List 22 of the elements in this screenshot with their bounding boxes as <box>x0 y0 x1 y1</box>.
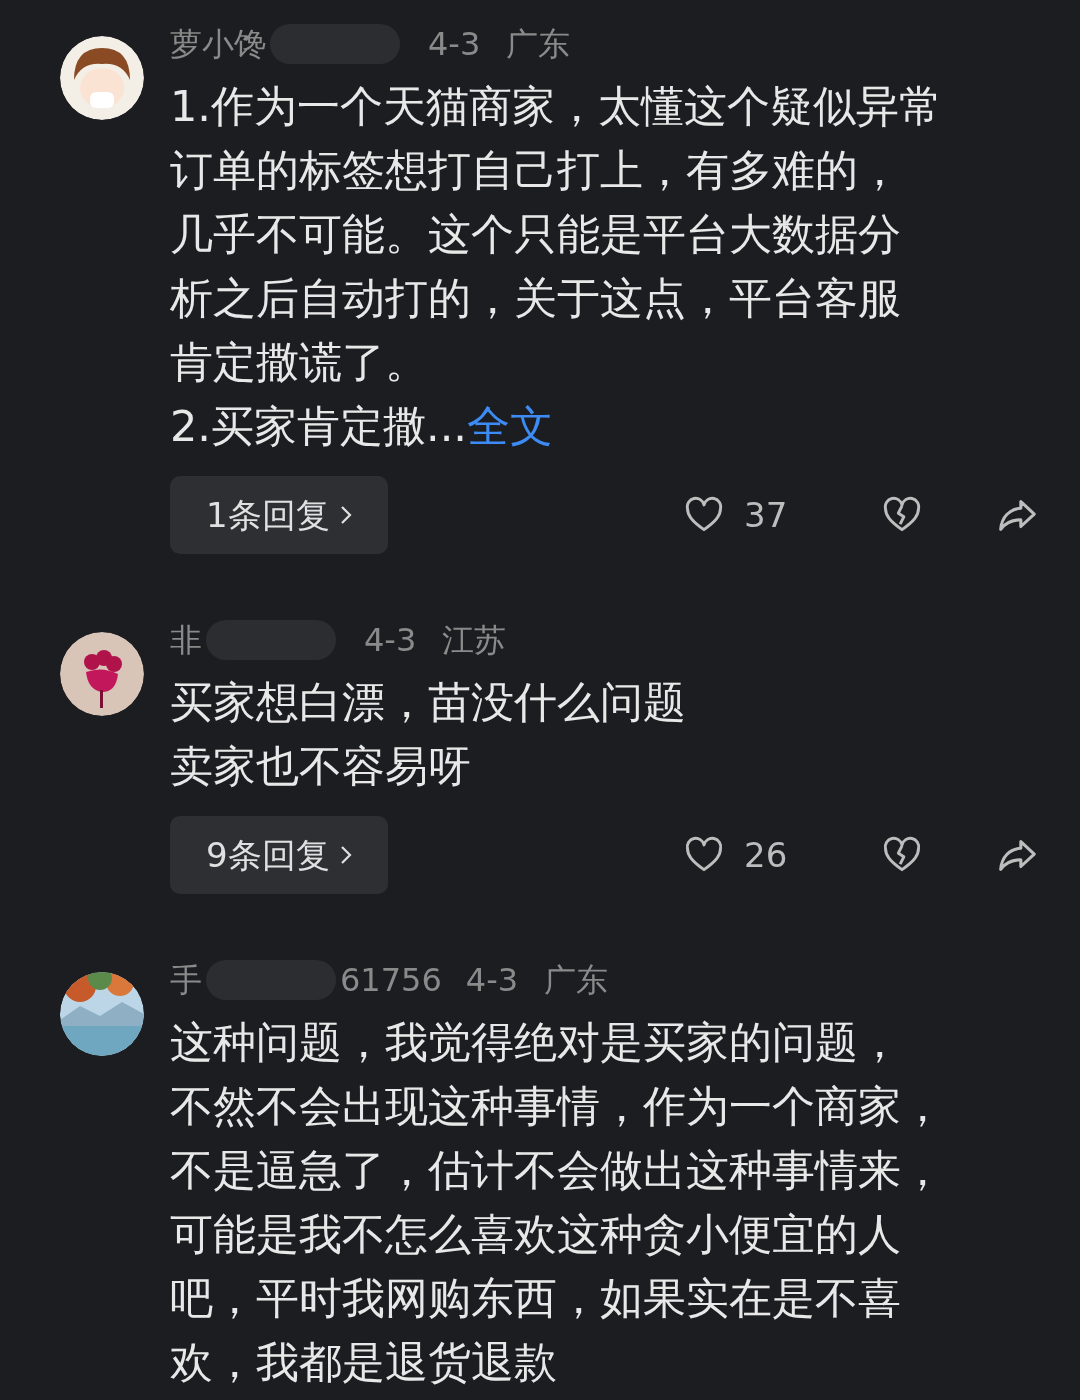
comment-text: 这种问题，我觉得绝对是买家的问题， 不然不会出现这种事情，作为一个商家， 不是逼急了，估计不会做出这种事情来， 可能是我不怎么喜欢这种贪小便宜的人 吧，平时我网购东西，如果实在是不喜 欢，我都是退货退款 <box>170 1016 945 1389</box>
chevron-right-icon <box>339 505 352 525</box>
replies-button[interactable]: 9条回复 <box>170 816 388 894</box>
comment-date: 4-3 <box>428 24 481 65</box>
user-name[interactable]: 非 <box>170 616 202 664</box>
comment-text: 买家想白漂，苗没什么问题 卖家也不容易呀 <box>170 676 687 793</box>
comment-date: 4-3 <box>465 960 519 1001</box>
comment-region: 广东 <box>506 24 571 65</box>
user-name[interactable]: 手 <box>170 956 202 1004</box>
avatar[interactable] <box>60 36 144 120</box>
replies-button[interactable]: 1条回复 <box>170 476 388 554</box>
like-count: 37 <box>744 493 789 537</box>
avatar[interactable] <box>60 632 144 716</box>
user-name[interactable]: 61756 <box>340 956 442 1004</box>
full-text-link[interactable]: 全文 <box>467 401 554 451</box>
chevron-right-icon <box>339 845 352 865</box>
user-name[interactable]: 萝小馋 <box>170 20 266 68</box>
like-count: 26 <box>744 833 789 877</box>
comment-region: 江苏 <box>442 620 507 661</box>
comment-text: 1.作为一个天猫商家，太懂这个疑似异常 订单的标签想打自己打上，有多难的， 几乎不可能。这个只能是平台大数据分 析之后自动打的，关于这点，平台客服 肯定撒谎了。 2.买家肯定撒...全文 <box>170 80 944 453</box>
comment-region: 广东 <box>544 960 609 1001</box>
comment-date: 4-3 <box>364 620 417 661</box>
